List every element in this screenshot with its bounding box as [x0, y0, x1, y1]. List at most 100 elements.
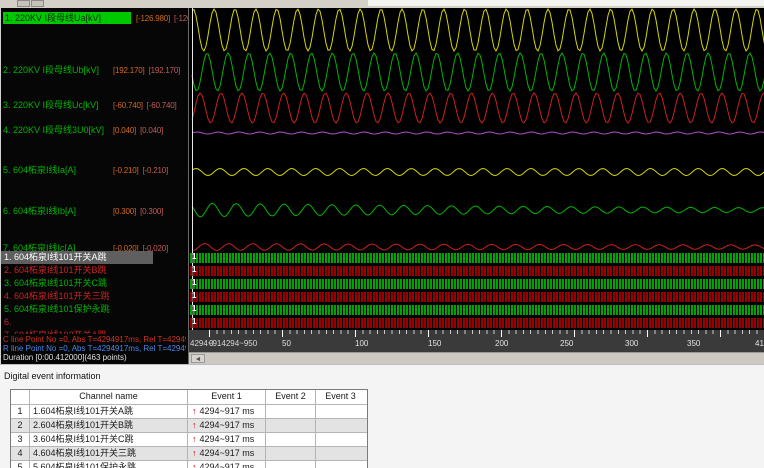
cursor-value: [192.170]: [113, 66, 145, 75]
digital-waveform-bar[interactable]: 1: [190, 278, 764, 289]
waveform-trace: [191, 167, 764, 177]
toolbar-strip-light-area: [368, 0, 764, 6]
analog-channel-label[interactable]: 2. 220KV I段母线Ub[kV]: [3, 64, 99, 76]
toolbar-button-1[interactable]: [17, 0, 30, 7]
cursor-value: [-126.980]: [136, 14, 171, 23]
digital-channel-row[interactable]: 1. 604柘泉I线101开关A跳: [1, 251, 153, 264]
digital-state-value: 1: [192, 252, 197, 261]
event2-cell: [265, 433, 315, 446]
cursor-status-line: C line Point No =0, Abs T=4294917ms, Rel…: [3, 335, 186, 344]
digital-state-value: 1: [192, 278, 197, 287]
analog-channel-row[interactable]: 2. 220KV I段母线Ub[kV] [192.170] [192.170]: [3, 64, 187, 77]
digital-state-value: 1: [192, 304, 197, 313]
digital-waveform-bar[interactable]: 1: [190, 291, 764, 302]
cursor-time-label: 4294~914294~950: [190, 339, 258, 348]
analog-waveform-canvas[interactable]: [189, 8, 764, 253]
table-row[interactable]: 2 2.604柘泉I线101开关B跳 ↑ 4294~917 ms: [11, 418, 367, 432]
ruler-tick-label-clipped: 41: [755, 339, 764, 348]
cursor-value: [0.300]: [113, 207, 137, 216]
cursor-status-line: R line Point No =0, Abs T=4294917ms, Rel…: [3, 344, 186, 353]
channel-name-cell: 5.604柘泉I线101保护永跳: [29, 461, 187, 468]
ref-value: [-60.740]: [146, 101, 177, 110]
digital-channel-row[interactable]: 3. 604柘泉I线101开关C跳: [1, 277, 110, 290]
analog-channel-label[interactable]: 4. 220KV I段母线3U0[kV]: [3, 124, 104, 136]
table-row[interactable]: 4 4.604柘泉I线101开关三跳 ↑ 4294~917 ms: [11, 446, 367, 460]
digital-channel-row[interactable]: 5. 604柘泉I线101保护永跳: [1, 303, 113, 316]
table-header-cell: Event 2: [265, 390, 315, 404]
analog-channel-row[interactable]: 5. 604柘泉I线Ia[A] [-0.210] [-0.210]: [3, 164, 187, 177]
digital-state-value: 1: [192, 317, 197, 326]
event1-cell: ↑ 4294~917 ms: [187, 447, 265, 460]
table-row[interactable]: 3 3.604柘泉I线101开关C跳 ↑ 4294~917 ms: [11, 432, 367, 446]
event3-cell: [315, 405, 365, 418]
cursor-value: [0.040]: [113, 126, 137, 135]
analog-channel-row[interactable]: 6. 604柘泉I线Ib[A] [0.300] [0.300]: [3, 205, 187, 218]
event-rising-edge-icon: ↑: [192, 462, 197, 468]
analog-channel-label[interactable]: 1. 220KV I段母线Ua[kV]: [3, 12, 131, 24]
analog-channel-values: [-0.210] [-0.210]: [113, 165, 168, 177]
channel-name-cell: 3.604柘泉I线101开关C跳: [29, 433, 187, 446]
analog-channel-values: [-60.740] [-60.740]: [113, 100, 177, 112]
event1-time: 4294~917 ms: [199, 448, 255, 458]
waveform-trace: [191, 131, 764, 135]
digital-channel-row[interactable]: 6.: [1, 316, 15, 329]
table-header-cell: Channel name: [29, 390, 187, 404]
event3-cell: [315, 419, 365, 432]
ruler-tick-label: 350: [687, 339, 701, 348]
digital-waveform-bar[interactable]: 1: [190, 304, 764, 315]
channel-name-cell: 2.604柘泉I线101开关B跳: [29, 419, 187, 432]
event3-cell: [315, 461, 365, 468]
analog-channel-label[interactable]: 6. 604柘泉I线Ib[A]: [3, 205, 76, 217]
ref-value: [0.040]: [140, 126, 164, 135]
event-rising-edge-icon: ↑: [192, 406, 197, 416]
analog-channel-label[interactable]: 3. 220KV I段母线Uc[kV]: [3, 99, 99, 111]
ref-value: [-126.980]: [174, 14, 188, 23]
event-rising-edge-icon: ↑: [192, 434, 197, 444]
event1-time: 4294~917 ms: [199, 434, 255, 444]
channel-name-cell: 4.604柘泉I线101开关三跳: [29, 447, 187, 460]
duration-status-line: Duration [0:00.412000](463 points): [3, 353, 127, 362]
waveform-trace: [191, 92, 764, 124]
event3-cell: [315, 433, 365, 446]
event2-cell: [265, 405, 315, 418]
analog-channel-row[interactable]: 4. 220KV I段母线3U0[kV] [0.040] [0.040]: [3, 124, 187, 137]
time-ruler[interactable]: 4294~914294~950 0 50 100 150 200 250 300 350 41: [189, 330, 764, 352]
ruler-tick-label: 250: [560, 339, 574, 348]
table-row[interactable]: 5 5.604柘泉I线101保护永跳 ↑ 4294~917 ms: [11, 460, 367, 468]
digital-event-table: Channel name Event 1 Event 2 Event 3 1 1.604柘…: [10, 389, 368, 468]
analog-channel-row[interactable]: 1. 220KV I段母线Ua[kV] [-126.980][-126.980]: [3, 12, 188, 25]
ruler-tick-label: 300: [625, 339, 639, 348]
row-number-cell: 3: [17, 434, 23, 444]
event3-cell: [315, 447, 365, 460]
table-header-cell: Event 1: [187, 390, 265, 404]
analog-channel-row[interactable]: 3. 220KV I段母线Uc[kV] [-60.740] [-60.740]: [3, 99, 187, 112]
event-rising-edge-icon: ↑: [192, 448, 197, 458]
horizontal-scrollbar[interactable]: ◄: [189, 352, 764, 364]
waveform-trace: [191, 243, 764, 251]
analog-channel-values: [-126.980][-126.980]: [136, 13, 188, 25]
ruler-tick-label: 0: [209, 339, 214, 348]
waveform-trace: [191, 8, 764, 53]
analog-channel-values: [0.300] [0.300]: [113, 206, 163, 218]
digital-waveform-bar[interactable]: 1: [190, 265, 764, 276]
scroll-left-button[interactable]: ◄: [191, 354, 205, 363]
analog-channel-label[interactable]: 5. 604柘泉I线Ia[A]: [3, 164, 76, 176]
digital-waveform-bar[interactable]: 1: [190, 252, 764, 263]
ref-value: [0.300]: [140, 207, 164, 216]
top-toolbar-strip: [0, 0, 764, 8]
table-row[interactable]: 1 1.604柘泉I线101开关A跳 ↑ 4294~917 ms: [11, 404, 367, 418]
channel-name-cell: 1.604柘泉I线101开关A跳: [29, 405, 187, 418]
digital-channel-row[interactable]: 4. 604柘泉I线101开关三跳: [1, 290, 113, 303]
wave-panel[interactable]: 4294~914294~950 0 50 100 150 200 250 300 350 41 ◄…: [188, 8, 764, 364]
digital-event-title: Digital event information: [4, 371, 101, 381]
digital-channel-row[interactable]: 2. 604柘泉I线101开关B跳: [1, 264, 110, 277]
analog-channel-values: [0.040] [0.040]: [113, 125, 163, 137]
event2-cell: [265, 447, 315, 460]
left-panel: C line Point No =0, Abs T=4294917ms, Rel…: [1, 8, 188, 364]
table-header-cell: [11, 390, 29, 404]
toolbar-button-2[interactable]: [31, 0, 44, 7]
status-block: C line Point No =0, Abs T=4294917ms, Rel…: [1, 334, 188, 364]
digital-state-value: 1: [192, 291, 197, 300]
digital-waveform-bar[interactable]: 1: [190, 317, 764, 328]
ref-value: [192.170]: [148, 66, 181, 75]
